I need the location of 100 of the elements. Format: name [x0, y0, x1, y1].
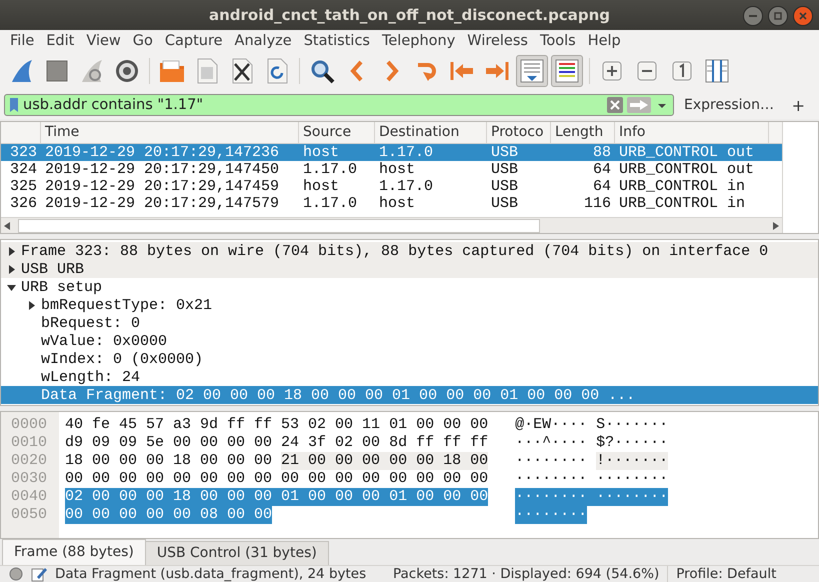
- menu-item[interactable]: Analyze: [228, 32, 298, 49]
- autoscroll-button[interactable]: [516, 55, 548, 88]
- window-title: android_cnct_tath_on_off_not_disconect.pcapng: [208, 6, 610, 24]
- clear-icon[interactable]: [607, 97, 623, 114]
- hex-bytes: 40 fe 45 57 a3 9d ff ff: [65, 416, 272, 434]
- selected-detail-row[interactable]: Data Fragment: 02 00 00 00 18 00 00 00 01 00 00 00 01 00 00 00 ...: [1, 386, 818, 404]
- menu-item[interactable]: Statistics: [298, 32, 376, 49]
- ascii-bytes: S·······: [596, 416, 668, 434]
- table-cell-text: 1.17.0: [378, 178, 434, 196]
- hex-bytes: 00 00 00 00 00 00 00 00: [281, 470, 488, 488]
- menu-item[interactable]: View: [80, 32, 127, 49]
- hex-bytes: 24 3f 02 00 8d ff ff ff: [281, 434, 488, 452]
- scroll-left-icon[interactable]: [4, 222, 10, 230]
- status-field-text: Data Fragment (usb.data_fragment), 24 bytes: [55, 566, 368, 582]
- table-cell-text: host: [378, 161, 416, 178]
- ascii-bytes: @·EW····: [515, 416, 588, 434]
- table-cell-text: USB: [490, 161, 520, 178]
- edit-note-icon[interactable]: [31, 566, 47, 582]
- minimize-icon: [749, 15, 757, 17]
- stop-icon: [46, 60, 68, 82]
- column-header[interactable]: Time: [41, 122, 299, 144]
- detail-row[interactable]: USB URB: [1, 260, 818, 278]
- column-header[interactable]: Destination: [375, 122, 487, 144]
- forward-icon: [384, 60, 400, 82]
- close-button[interactable]: [793, 6, 813, 26]
- minimize-button[interactable]: [743, 6, 763, 26]
- table-cell-text: 324: [8, 161, 38, 178]
- table-cell-text: 325: [8, 178, 38, 196]
- zoomin-icon: [602, 61, 622, 82]
- byte-offset: 0040: [10, 488, 48, 506]
- scroll-right-icon[interactable]: [773, 222, 779, 230]
- detail-text: URB setup: [21, 278, 102, 296]
- menu-item[interactable]: File: [4, 32, 40, 49]
- selected-packet-row[interactable]: 323 2019-12-29 20:17:29,147236 host 1.17.0 USB 88 URB_CONTROL out: [1, 144, 782, 162]
- table-cell-text: USB: [490, 144, 520, 162]
- back-icon: [349, 60, 365, 82]
- hex-bytes: 00 00 00 00 00 00 00 00: [65, 470, 272, 488]
- table-cell-text: 326: [8, 195, 38, 212]
- close-icon: [799, 12, 807, 20]
- collapsed-arrow-icon[interactable]: [26, 300, 36, 310]
- menu-item[interactable]: Wireless: [461, 32, 534, 49]
- expert-info-icon[interactable]: [9, 566, 23, 581]
- table-cell-text: 88: [592, 144, 612, 162]
- menu-item[interactable]: Tools: [534, 32, 582, 49]
- table-cell-text: 1.17.0: [302, 195, 358, 212]
- hex-bytes: 21 00 00 00 00 00 18 00: [281, 452, 488, 470]
- ascii-bytes: ········: [596, 488, 668, 506]
- filter-text: usb.addr contains "1.17": [23, 97, 204, 114]
- table-cell-text: host: [302, 144, 340, 162]
- profile-text[interactable]: Profile: Default: [676, 566, 776, 582]
- maximize-button[interactable]: [768, 6, 788, 26]
- byte-offset: 0050: [10, 506, 48, 524]
- resize-icon: [704, 58, 730, 84]
- ascii-bytes: ········: [515, 488, 596, 506]
- byte-offset: 0020: [10, 452, 48, 470]
- column-header[interactable]: Source: [299, 122, 375, 144]
- hex-bytes: 00 00 00 00 00 08 00 00: [65, 506, 272, 524]
- hex-bytes: 02 00 00 00 18 00 00 00: [65, 488, 282, 506]
- menu-item[interactable]: Telephony: [376, 32, 462, 49]
- ascii-bytes: ········: [515, 452, 588, 470]
- detail-text: wLength: 24: [41, 368, 140, 386]
- horizontal-scrollbar[interactable]: [1, 217, 782, 234]
- colorize-button[interactable]: [551, 55, 583, 88]
- detail-text: wValue: 0x0000: [41, 332, 168, 350]
- expanded-arrow-icon[interactable]: [6, 282, 16, 292]
- zoomout-icon: [637, 61, 657, 82]
- detail-text: bmRequestType: 0x21: [41, 296, 212, 314]
- colorize-icon: [554, 58, 580, 84]
- display-filter-field[interactable]: usb.addr contains "1.17": [4, 94, 674, 116]
- detail-text: Data Fragment: 02 00 00 00 18 00 00 00 01 00 00 00 01 00 00 00 ...: [41, 386, 636, 404]
- table-cell-text: 2019-12-29 20:17:29,147579: [44, 195, 280, 212]
- bookmark-icon[interactable]: [9, 97, 19, 114]
- add-filter-button[interactable]: +: [788, 96, 809, 115]
- ascii-bytes: !·······: [596, 452, 668, 470]
- table-cell-text: URB_CONTROL out: [618, 161, 756, 178]
- table-cell-text: 323: [8, 144, 38, 162]
- byte-view-tab[interactable]: USB Control (31 bytes): [144, 540, 329, 565]
- menu-item[interactable]: Capture: [158, 32, 229, 49]
- packet-count-text: Packets: 1271 · Displayed: 694 (54.6%): [393, 566, 660, 582]
- last-icon: [484, 60, 510, 82]
- table-cell-text: URB_CONTROL out: [618, 144, 756, 162]
- reload-icon: [266, 58, 288, 84]
- detail-text: USB URB: [21, 260, 84, 278]
- menu-item[interactable]: Help: [582, 32, 627, 49]
- detail-text: bRequest: 0: [41, 314, 140, 332]
- column-header[interactable]: Info: [615, 122, 769, 144]
- menu-item[interactable]: Edit: [40, 32, 80, 49]
- hex-bytes: 18 00 00 00 18 00 00 00: [65, 452, 272, 470]
- detail-text: wIndex: 0 (0x0000): [41, 350, 204, 368]
- table-cell-text: USB: [490, 195, 520, 212]
- expression-button[interactable]: Expression…: [682, 97, 776, 114]
- table-cell-text: USB: [490, 178, 520, 196]
- options-icon: [114, 58, 140, 84]
- autoscroll-icon: [519, 58, 545, 84]
- byte-view-tab[interactable]: Frame (88 bytes): [2, 538, 146, 565]
- menu-item[interactable]: Go: [126, 32, 159, 49]
- byte-offset: 0030: [10, 470, 48, 488]
- column-header[interactable]: Protoco: [487, 122, 551, 144]
- table-cell-text: 2019-12-29 20:17:29,147450: [44, 161, 280, 178]
- column-header[interactable]: Length: [551, 122, 615, 144]
